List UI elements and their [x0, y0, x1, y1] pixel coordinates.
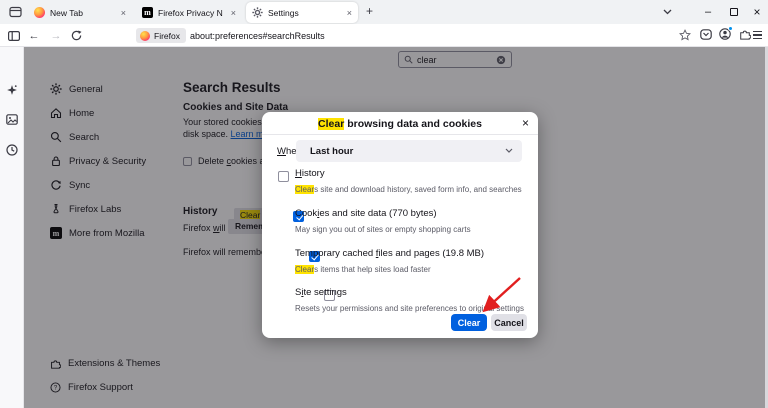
address-toolbar	[0, 24, 768, 47]
tab-bar: New Tab × m Firefox Privacy Notice — Moz…	[0, 0, 768, 24]
tab-new-tab[interactable]: New Tab ×	[28, 3, 132, 22]
site-identity-chip[interactable]: Firefox	[136, 28, 186, 43]
bookmark-star-icon[interactable]	[679, 29, 691, 41]
tab-settings[interactable]: Settings ×	[246, 2, 358, 23]
account-icon[interactable]	[719, 28, 731, 40]
history-label: History	[295, 168, 325, 179]
tab-privacy-notice[interactable]: m Firefox Privacy Notice — Mozil ×	[136, 3, 242, 22]
site-chip-label: Firefox	[154, 31, 180, 41]
menu-icon[interactable]	[753, 31, 762, 39]
pocket-icon[interactable]	[700, 29, 712, 40]
firefox-view-icon[interactable]	[9, 6, 22, 18]
tab-close-icon[interactable]: ×	[121, 8, 126, 18]
new-tab-button[interactable]: +	[366, 4, 373, 18]
tab-label: Settings	[268, 8, 339, 18]
ai-chatbot-icon[interactable]	[6, 84, 18, 96]
red-arrow-annotation	[470, 268, 530, 320]
reload-button[interactable]	[66, 24, 86, 47]
back-button[interactable]: ←	[24, 24, 44, 47]
restore-button[interactable]	[723, 0, 745, 24]
history-checkbox[interactable]	[278, 171, 289, 182]
chevron-down-icon	[505, 148, 513, 153]
gear-favicon	[252, 7, 263, 18]
history-clock-icon[interactable]	[6, 144, 18, 156]
cookies-desc: May sign you out of sites or empty shopp…	[295, 225, 471, 234]
time-range-value: Last hour	[310, 146, 353, 157]
minimize-button[interactable]: –	[697, 0, 719, 24]
dialog-header: Clear browsing data and cookies ×	[262, 112, 538, 135]
dialog-title: Clear browsing data and cookies	[262, 118, 538, 130]
dialog-close-icon[interactable]: ×	[522, 116, 529, 130]
firefox-logo-icon	[34, 7, 45, 18]
site-settings-label: Site settings	[295, 287, 347, 298]
extensions-icon[interactable]	[739, 28, 751, 40]
list-all-tabs-button[interactable]	[656, 0, 678, 24]
mozilla-favicon: m	[142, 7, 153, 18]
history-desc: Clears site and download history, saved …	[295, 185, 522, 194]
tab-close-icon[interactable]: ×	[231, 8, 236, 18]
account-notification-dot	[728, 26, 733, 31]
close-window-button[interactable]: ×	[746, 0, 768, 24]
cache-desc: Clears items that help sites load faster	[295, 265, 431, 274]
sidebar-launcher	[0, 47, 24, 408]
time-range-dropdown[interactable]: Last hour	[296, 140, 522, 162]
bookmarks-icon[interactable]	[6, 114, 18, 125]
sidebar-toggle-icon[interactable]	[4, 24, 24, 47]
tab-close-icon[interactable]: ×	[347, 8, 352, 18]
forward-button[interactable]: →	[46, 24, 66, 47]
firefox-logo-icon	[140, 31, 150, 41]
tab-label: Firefox Privacy Notice — Mozil	[158, 8, 223, 18]
cache-label: Temporary cached files and pages (19.8 M…	[295, 248, 484, 259]
tab-label: New Tab	[50, 8, 113, 18]
browser-window: New Tab × m Firefox Privacy Notice — Moz…	[0, 0, 768, 408]
cookies-label: Cookies and site data (770 bytes)	[295, 208, 437, 219]
url-text[interactable]: about:preferences#searchResults	[190, 31, 325, 41]
